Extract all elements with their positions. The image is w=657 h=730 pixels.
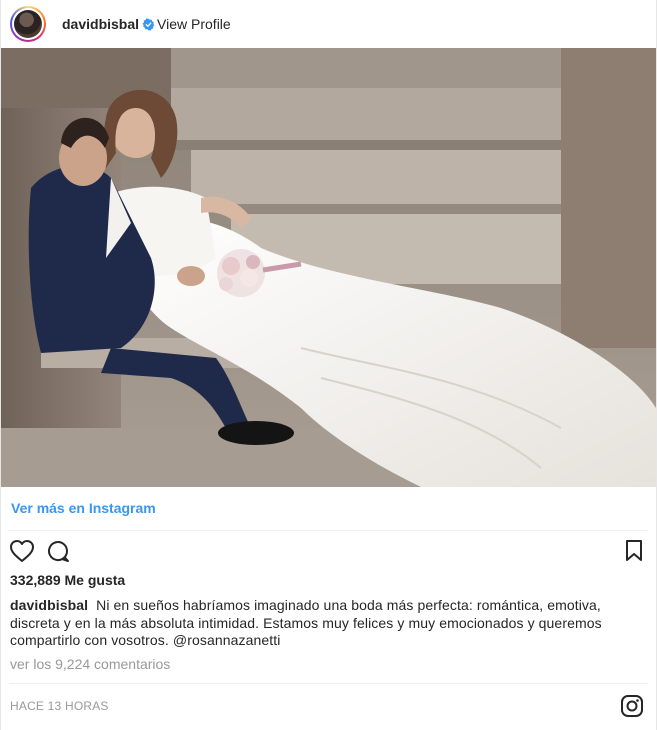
caption-mention-link[interactable]: @rosannazanetti bbox=[173, 632, 281, 648]
view-more-on-instagram-link[interactable]: Ver más en Instagram bbox=[11, 500, 156, 516]
avatar-image bbox=[14, 10, 42, 38]
caption-username[interactable]: davidbisbal bbox=[10, 597, 88, 613]
like-count[interactable]: 332,889 Me gusta bbox=[10, 572, 125, 588]
caption-text: Ni en sueños habríamos imaginado una bod… bbox=[10, 597, 602, 648]
bookmark-icon[interactable] bbox=[621, 538, 647, 564]
verified-badge-icon bbox=[142, 17, 155, 31]
divider bbox=[9, 683, 648, 684]
divider bbox=[9, 530, 648, 531]
comment-icon[interactable] bbox=[45, 538, 71, 564]
post-header: davidbisbal View Profile bbox=[1, 0, 656, 48]
username[interactable]: davidbisbal bbox=[62, 16, 139, 32]
wedding-photo-illustration bbox=[1, 48, 656, 487]
avatar-inner bbox=[12, 8, 44, 40]
heart-icon[interactable] bbox=[9, 538, 35, 564]
post-caption: davidbisbal Ni en sueños habríamos imagi… bbox=[10, 597, 635, 650]
view-profile-link[interactable]: View Profile bbox=[157, 16, 231, 32]
view-comments-link[interactable]: ver los 9,224 comentarios bbox=[10, 656, 170, 672]
action-bar bbox=[9, 538, 648, 566]
post-photo[interactable] bbox=[1, 48, 656, 487]
instagram-logo-icon[interactable] bbox=[620, 694, 644, 718]
post-timestamp: HACE 13 HORAS bbox=[10, 699, 109, 713]
avatar[interactable] bbox=[10, 6, 46, 42]
instagram-embed-card: davidbisbal View Profile Ver más en Inst… bbox=[0, 0, 657, 730]
